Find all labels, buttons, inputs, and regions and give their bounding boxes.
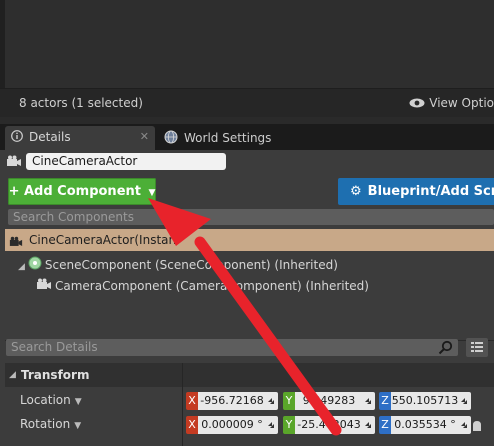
- x-axis-label: X: [186, 392, 198, 410]
- globe-icon: [164, 130, 178, 147]
- blueprint-label: Blueprint/Add Scri: [367, 184, 494, 199]
- location-z-field[interactable]: 550.105713: [391, 392, 471, 410]
- camera-component-label: CameraComponent (CameraComponent) (Inher…: [55, 279, 369, 293]
- tree-item-camera-component[interactable]: CameraComponent (CameraComponent) (Inher…: [36, 276, 369, 296]
- x-axis-label: X: [186, 416, 198, 434]
- actor-name-field[interactable]: CineCameraActor: [26, 153, 226, 170]
- column-divider[interactable]: [182, 363, 183, 446]
- eye-icon: [409, 97, 425, 111]
- z-axis-label: Z: [379, 416, 391, 434]
- blueprint-add-script-button[interactable]: ⚙ Blueprint/Add Scri: [338, 178, 494, 205]
- view-options-label: View Optio: [429, 96, 494, 110]
- location-label[interactable]: Location ▼: [20, 393, 82, 407]
- outliner-list: [0, 0, 494, 88]
- spin-arrows-icon[interactable]: [459, 396, 469, 406]
- add-component-button[interactable]: + Add Component ▼: [8, 178, 156, 205]
- tab-world-settings[interactable]: World Settings: [158, 126, 318, 150]
- actor-count: 8 actors (1 selected): [19, 96, 143, 110]
- rotation-x-value: 0.000009 °: [201, 418, 263, 431]
- spin-arrows-icon[interactable]: [266, 420, 276, 430]
- location-y-value: 9.849283: [302, 394, 356, 407]
- chevron-down-icon: ▼: [74, 421, 82, 431]
- info-icon: [11, 130, 23, 145]
- view-options-button[interactable]: View Optio: [409, 96, 494, 111]
- grid-icon: [471, 342, 483, 352]
- camera-component-icon: [36, 277, 52, 297]
- add-component-label: + Add Component: [8, 184, 141, 199]
- y-axis-label: Y: [283, 416, 295, 434]
- location-x-value: -956.72168: [200, 394, 264, 407]
- spin-arrows-icon[interactable]: [459, 420, 469, 430]
- reset-lock-icon[interactable]: [470, 420, 484, 435]
- collapse-triangle-icon: ◢: [9, 370, 16, 380]
- tab-world-settings-label: World Settings: [184, 131, 272, 145]
- tab-bar: Details ✕ World Settings: [0, 124, 494, 150]
- search-details-input[interactable]: Search Details: [6, 339, 458, 356]
- dropdown-arrow-icon: ▼: [148, 188, 156, 198]
- rotation-label[interactable]: Rotation ▼: [20, 417, 81, 431]
- selected-actor-row[interactable]: CineCameraActor(Instan: [5, 229, 494, 251]
- location-label-text: Location: [20, 393, 71, 407]
- tab-details[interactable]: Details ✕: [5, 126, 155, 150]
- rotation-y-field[interactable]: -25.442043: [295, 416, 375, 434]
- spin-arrows-icon[interactable]: [363, 420, 373, 430]
- tab-details-label: Details: [29, 130, 71, 144]
- rotation-y-value: -25.442043: [297, 418, 361, 431]
- rotation-label-text: Rotation: [20, 417, 71, 431]
- transform-header-label: Transform: [21, 368, 90, 382]
- blueprint-icon: ⚙: [350, 184, 362, 199]
- spin-arrows-icon[interactable]: [363, 396, 373, 406]
- spin-arrows-icon[interactable]: [266, 396, 276, 406]
- rotation-z-value: 0.035534 °: [394, 418, 456, 431]
- scene-component-icon: [28, 256, 42, 276]
- property-matrix-button[interactable]: [466, 338, 488, 357]
- location-z-value: 550.105713: [391, 394, 459, 407]
- chevron-down-icon: ▼: [74, 397, 82, 407]
- transform-category-header[interactable]: ◢ Transform: [5, 363, 494, 387]
- tree-item-scene-component[interactable]: ◢ SceneComponent (SceneComponent) (Inher…: [18, 255, 338, 275]
- close-icon[interactable]: ✕: [140, 130, 149, 143]
- selected-actor-label: CineCameraActor(Instan: [29, 233, 177, 247]
- rotation-x-field[interactable]: 0.000009 °: [198, 416, 278, 434]
- y-axis-label: Y: [283, 392, 295, 410]
- scene-component-label: SceneComponent (SceneComponent) (Inherit…: [44, 258, 338, 272]
- location-x-field[interactable]: -956.72168: [198, 392, 278, 410]
- location-y-field[interactable]: 9.849283: [295, 392, 375, 410]
- search-icon[interactable]: [438, 340, 453, 358]
- search-components-input[interactable]: Search Components: [8, 209, 494, 225]
- camera-actor-icon: [6, 155, 22, 171]
- outliner-footer: 8 actors (1 selected) View Optio: [0, 88, 494, 117]
- z-axis-label: Z: [379, 392, 391, 410]
- camera-actor-icon: [9, 233, 23, 251]
- rotation-z-field[interactable]: 0.035534 °: [391, 416, 471, 434]
- expand-triangle-icon[interactable]: ◢: [18, 262, 25, 272]
